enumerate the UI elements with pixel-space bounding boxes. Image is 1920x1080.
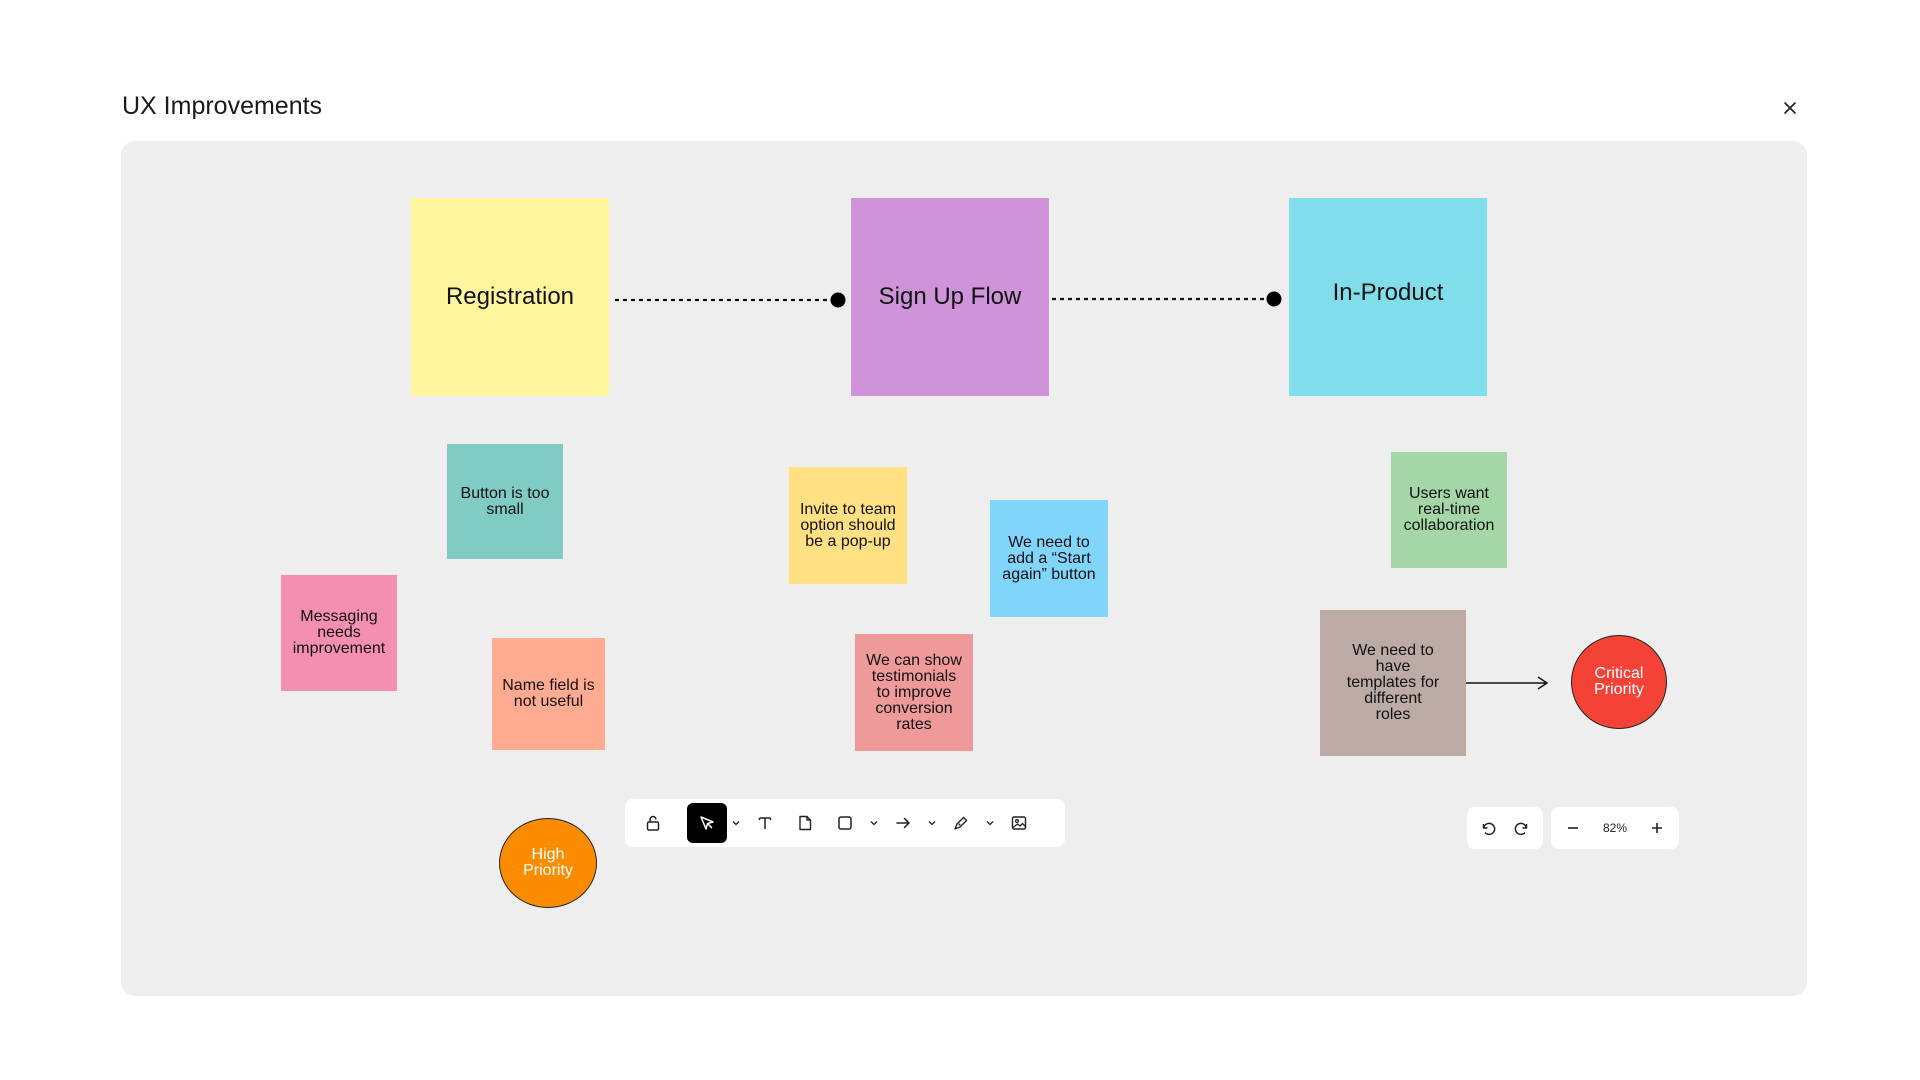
pen-tool-dropdown[interactable]: [981, 803, 999, 843]
note-line: collaboration: [1403, 517, 1495, 534]
whiteboard-canvas[interactable]: Registration Sign Up Flow In-Product But…: [121, 141, 1807, 996]
arrow-head: [1537, 676, 1549, 690]
category-sign-up-flow[interactable]: Sign Up Flow: [851, 198, 1049, 396]
lock-icon: [646, 815, 660, 831]
note-line: not useful: [513, 693, 584, 710]
chevron-down-icon: [986, 821, 994, 826]
note-line: testimonials: [871, 667, 957, 685]
priority-line: Priority: [1594, 681, 1644, 698]
connector-endpoint: [1266, 291, 1282, 307]
select-tool-button[interactable]: [687, 803, 727, 843]
category-in-product[interactable]: In-Product: [1289, 198, 1487, 396]
sticky-note[interactable]: Messaging needs improvement: [281, 575, 397, 691]
text-icon: [758, 817, 772, 829]
select-tool-dropdown[interactable]: [727, 803, 745, 843]
shape-tool-dropdown[interactable]: [865, 803, 883, 843]
drawing-toolbar: [625, 799, 1065, 847]
note-line: roles: [1375, 706, 1411, 723]
note-line: We can show: [866, 651, 962, 669]
zoom-controls: 82%: [1551, 807, 1679, 849]
sticky-note[interactable]: Button is too small: [447, 444, 563, 559]
minus-icon: [1568, 827, 1578, 829]
note-line: improvement: [292, 640, 386, 657]
note-line: rates: [896, 715, 932, 733]
category-label: Sign Up Flow: [878, 283, 1022, 310]
category-label: Registration: [445, 283, 575, 310]
note-line: Messaging: [300, 608, 378, 625]
redo-icon: [1514, 822, 1528, 836]
shape-icon: [838, 816, 852, 830]
note-line: templates for: [1346, 674, 1440, 691]
note-line: again” button: [1002, 565, 1096, 583]
shape-tool-button[interactable]: [825, 803, 865, 843]
zoom-out-button[interactable]: [1559, 814, 1587, 842]
priority-line: Priority: [523, 862, 573, 879]
page-title: UX Improvements: [122, 92, 323, 120]
note-line: Name field is: [502, 677, 595, 694]
close-button[interactable]: [1776, 94, 1804, 122]
chevron-down-icon: [928, 821, 936, 826]
undo-button[interactable]: [1474, 814, 1502, 842]
note-line: Users want: [1408, 485, 1489, 502]
note-line: different: [1364, 690, 1422, 707]
note-line: real-time: [1417, 501, 1481, 518]
sticky-note-icon: [799, 815, 812, 831]
note-line: We need to: [1008, 533, 1090, 551]
text-tool-button[interactable]: [745, 803, 785, 843]
select-icon: [700, 816, 714, 830]
chevron-down-icon: [732, 821, 740, 826]
priority-line: High: [531, 846, 565, 863]
zoom-in-button[interactable]: [1643, 814, 1671, 842]
category-registration[interactable]: Registration: [411, 198, 609, 396]
sticky-note[interactable]: Invite to team option should be a pop-up: [789, 467, 907, 584]
note-line: conversion: [875, 699, 953, 717]
arrow-icon: [896, 817, 911, 829]
pen-tool-button[interactable]: [941, 803, 981, 843]
high-priority-circle[interactable]: High Priority: [499, 818, 597, 908]
connector-endpoint: [830, 292, 846, 308]
plus-icon: [1652, 823, 1662, 833]
sticky-note[interactable]: We can show testimonials to improve convers…: [855, 634, 973, 751]
pen-icon: [954, 816, 968, 830]
close-icon: [1784, 102, 1796, 114]
note-line: small: [486, 500, 524, 518]
note-line: We need to: [1352, 642, 1434, 659]
note-line: be a pop-up: [805, 532, 891, 550]
sticky-note[interactable]: Name field is not useful: [492, 638, 605, 750]
note-line: to improve: [876, 683, 952, 701]
arrow-tool-dropdown[interactable]: [923, 803, 941, 843]
note-line: Button is too: [460, 484, 550, 502]
note-line: Invite to team: [799, 500, 897, 518]
note-line: have: [1375, 658, 1411, 675]
critical-priority-circle[interactable]: Critical Priority: [1571, 635, 1667, 729]
arrow-tool-button[interactable]: [883, 803, 923, 843]
lock-button[interactable]: [633, 803, 673, 843]
note-line: add a “Start: [1007, 549, 1091, 567]
sticky-note-tool-button[interactable]: [785, 803, 825, 843]
image-tool-button[interactable]: [999, 803, 1039, 843]
history-controls: [1467, 807, 1543, 849]
redo-button[interactable]: [1508, 814, 1536, 842]
image-icon: [1011, 816, 1027, 830]
note-line: option should: [800, 516, 896, 534]
sticky-note[interactable]: Users want real-time collaboration: [1391, 452, 1507, 568]
sticky-note[interactable]: We need to have templates for different role…: [1320, 610, 1466, 756]
undo-icon: [1482, 822, 1496, 836]
chevron-down-icon: [870, 821, 878, 826]
priority-line: Critical: [1594, 665, 1644, 682]
sticky-note[interactable]: We need to add a “Start again” button: [990, 500, 1108, 617]
category-label: In-Product: [1332, 279, 1444, 306]
zoom-level[interactable]: 82%: [1603, 821, 1627, 835]
note-line: needs: [317, 624, 361, 641]
